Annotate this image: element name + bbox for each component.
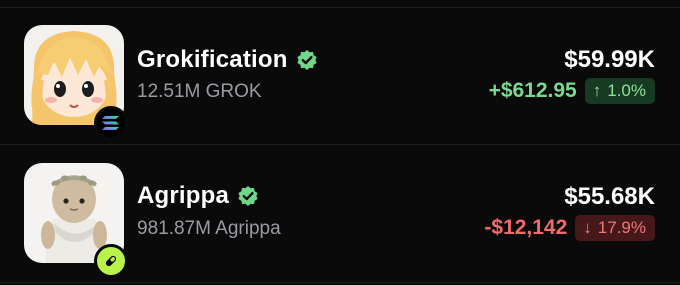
change-percent: 17.9% xyxy=(597,218,646,237)
token-holdings: 981.87M Agrippa xyxy=(137,218,281,239)
change-amount: +$612.95 xyxy=(488,79,577,102)
bottom-divider xyxy=(0,282,680,283)
token-name: Grokification xyxy=(137,46,288,73)
verified-check-icon xyxy=(237,185,259,207)
arrow-up-icon: ↑ xyxy=(592,81,602,100)
token-row-grokification[interactable]: Grokification 12.51M GROK $59.99K +$612.… xyxy=(0,8,680,140)
token-name-line: Grokification xyxy=(137,44,318,76)
token-name-line: Agrippa xyxy=(137,180,259,212)
change-percent: 1.0% xyxy=(607,81,646,100)
change-percent-badge: ↓ 17.9% xyxy=(575,215,655,241)
solana-icon xyxy=(94,106,128,140)
verified-check-icon xyxy=(296,49,318,71)
token-change: -$12,142 ↓ 17.9% xyxy=(484,215,655,241)
token-name: Agrippa xyxy=(137,182,230,209)
token-row-agrippa[interactable]: Agrippa 981.87M Agrippa $55.68K -$12,142… xyxy=(0,146,680,278)
token-list: Grokification 12.51M GROK $59.99K +$612.… xyxy=(0,0,680,285)
change-amount: -$12,142 xyxy=(484,216,568,239)
token-change: +$612.95 ↑ 1.0% xyxy=(489,78,655,104)
token-value: $55.68K xyxy=(564,183,655,210)
token-holdings: 12.51M GROK xyxy=(137,81,262,102)
arrow-down-icon: ↓ xyxy=(583,218,592,237)
change-percent-badge: ↑ 1.0% xyxy=(584,78,655,104)
row-divider xyxy=(0,144,680,145)
token-value: $59.99K xyxy=(564,46,655,73)
pump-pill-icon xyxy=(94,244,128,278)
